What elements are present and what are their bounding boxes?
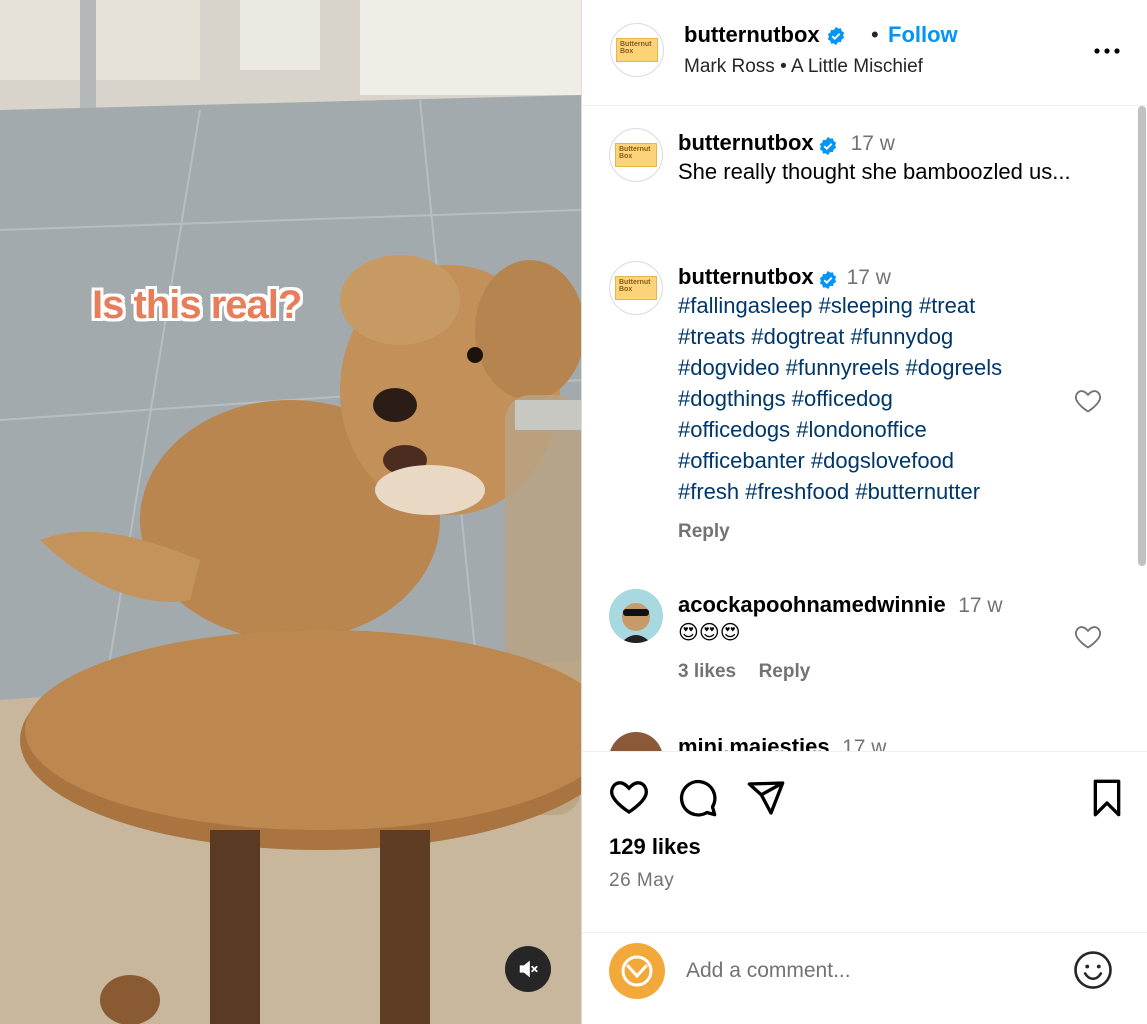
hashtag-line[interactable]: #officedogs #londonoffice — [678, 414, 1078, 445]
comment-item: acockapoohnamedwinnie 17 w 😍😍😍 3 likes R… — [678, 592, 1098, 683]
post-date[interactable]: 26 May — [609, 870, 674, 892]
comment-username[interactable]: acockapoohnamedwinnie — [678, 592, 946, 617]
audio-credit[interactable]: Mark Ross • A Little Mischief — [684, 56, 923, 78]
current-user-avatar[interactable] — [609, 943, 665, 999]
video-overlay-caption: Is this real? — [92, 283, 302, 327]
hashtag-line[interactable]: #fresh #freshfood #butternutter — [678, 476, 1078, 507]
like-comment-heart-icon[interactable] — [1074, 388, 1102, 414]
more-options-icon[interactable] — [1090, 38, 1124, 64]
butternut-box-logo: Butternut Box — [615, 276, 657, 300]
dog-avatar-image — [609, 589, 663, 643]
header-separator: • — [871, 22, 879, 47]
comment-likes-count[interactable]: 3 likes — [678, 661, 736, 682]
hashtag-line[interactable]: #treats #dogtreat #funnydog — [678, 321, 1078, 352]
comment-avatar[interactable] — [609, 589, 663, 643]
verified-badge-icon — [827, 27, 844, 46]
hashtag-line[interactable]: #officebanter #dogslovefood — [678, 445, 1078, 476]
comment-time[interactable]: 17 w — [851, 132, 895, 155]
speaker-muted-icon — [519, 960, 538, 978]
mute-toggle-button[interactable] — [505, 946, 551, 992]
verified-badge-icon — [819, 270, 837, 289]
hashtag-line[interactable]: #fallingasleep #sleeping #treat — [678, 290, 1078, 321]
hashtag-line[interactable]: #dogvideo #funnyreels #dogreels — [678, 352, 1078, 383]
emoji-picker-icon[interactable] — [1072, 949, 1114, 991]
dog-video-frame — [0, 0, 581, 1024]
comment-item: mini.majesties 17 w — [678, 734, 1098, 751]
comment-username[interactable]: butternutbox — [678, 264, 814, 289]
save-bookmark-icon[interactable] — [1089, 778, 1125, 818]
reply-button[interactable]: Reply — [759, 661, 811, 682]
comment-input[interactable] — [686, 955, 1046, 987]
comment-username[interactable]: butternutbox — [678, 130, 814, 155]
comment-time[interactable]: 17 w — [847, 266, 891, 289]
comment-username[interactable]: mini.majesties — [678, 734, 830, 751]
reply-button[interactable]: Reply — [678, 521, 1078, 543]
comment-text: 😍😍😍 — [678, 622, 741, 644]
comment-time[interactable]: 17 w — [842, 736, 886, 751]
add-comment-bar — [582, 932, 1147, 1024]
hashtag-line[interactable]: #dogthings #officedog — [678, 383, 1078, 414]
post-details-panel: Butternut Box butternutbox • Follow Mark … — [581, 0, 1147, 1024]
butternut-box-logo: Butternut Box — [616, 38, 658, 62]
like-heart-icon[interactable] — [609, 778, 649, 816]
butternut-box-logo: Butternut Box — [615, 143, 657, 167]
verified-badge-icon — [819, 136, 837, 155]
comment-avatar[interactable]: Butternut Box — [609, 261, 663, 315]
post-header: Butternut Box butternutbox • Follow Mark … — [582, 0, 1147, 106]
smiley-logo-icon — [621, 955, 653, 987]
caption-author-avatar[interactable]: Butternut Box — [609, 128, 663, 182]
likes-count[interactable]: 129 likes — [609, 834, 701, 860]
caption-text: She really thought she bamboozled us... — [678, 159, 1071, 184]
author-username[interactable]: butternutbox — [684, 22, 820, 47]
comment-time[interactable]: 17 w — [958, 594, 1002, 617]
author-avatar[interactable]: Butternut Box — [610, 23, 664, 77]
comment-avatar[interactable] — [609, 732, 663, 751]
comments-list[interactable]: Butternut Box butternutbox 17 w She reall… — [582, 106, 1147, 752]
post-actions: 129 likes 26 May — [582, 752, 1147, 932]
comment-item: butternutbox 17 w #fallingasleep #sleepi… — [678, 264, 1078, 543]
comment-bubble-icon[interactable] — [678, 778, 718, 818]
caption: butternutbox 17 w She really thought she… — [678, 130, 1098, 187]
share-send-icon[interactable] — [746, 778, 786, 818]
comments-scrollbar[interactable] — [1138, 106, 1146, 566]
like-comment-heart-icon[interactable] — [1074, 624, 1102, 650]
follow-button[interactable]: Follow — [888, 22, 958, 48]
post-media[interactable]: Is this real? — [0, 0, 581, 1024]
